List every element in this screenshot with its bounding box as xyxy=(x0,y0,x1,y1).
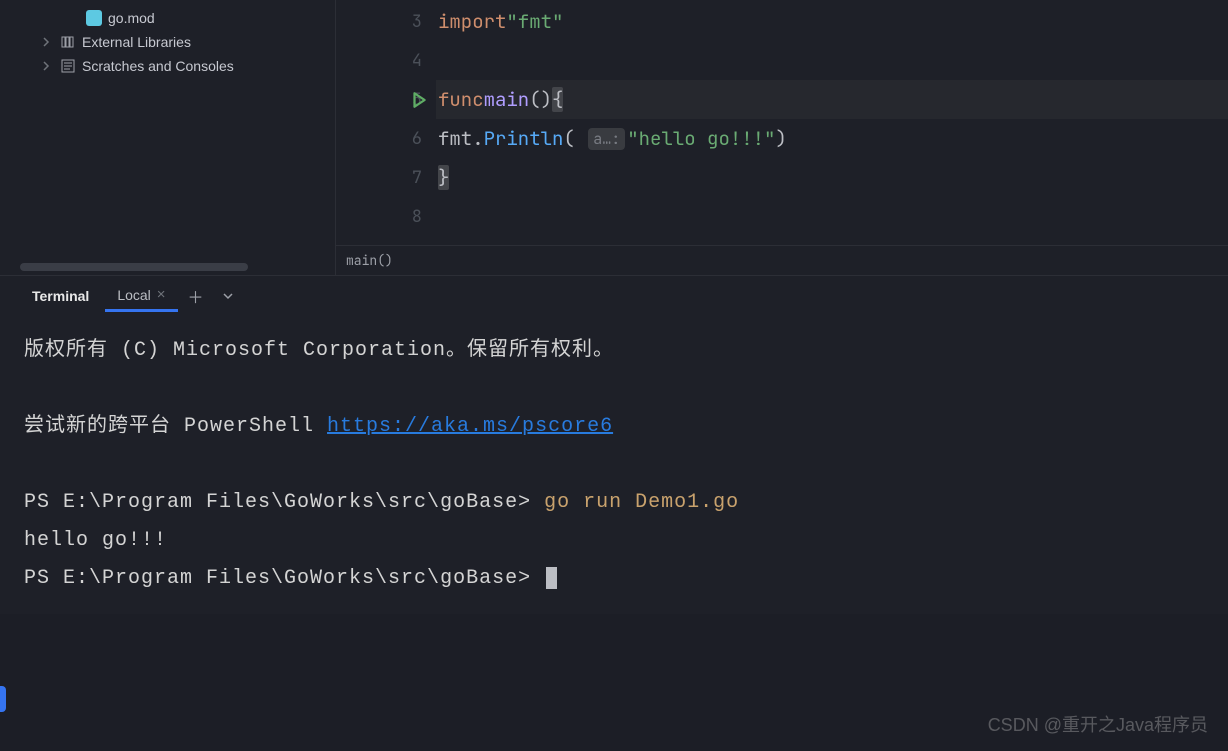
parameter-hint: a…: xyxy=(588,128,625,150)
code-line: func main() { xyxy=(436,80,1228,119)
terminal-line: hello go!!! xyxy=(24,522,1204,560)
left-edge-indicator xyxy=(0,686,6,712)
line-number: 3 xyxy=(398,11,428,33)
library-icon xyxy=(60,34,76,50)
terminal-line: 尝试新的跨平台 PowerShell https://aka.ms/pscore… xyxy=(24,408,1204,446)
tree-item-external-libraries[interactable]: External Libraries xyxy=(0,30,335,54)
code-content[interactable]: import "fmt" func main() { fmt.Println( … xyxy=(436,0,1228,245)
tree-item-scratches[interactable]: Scratches and Consoles xyxy=(0,54,335,78)
chevron-right-icon xyxy=(38,34,54,50)
terminal-line: PS E:\Program Files\GoWorks\src\goBase> xyxy=(24,560,1204,598)
line-number: 4 xyxy=(398,50,428,72)
scratches-icon xyxy=(60,58,76,74)
chevron-right-icon xyxy=(38,58,54,74)
run-gutter-icon[interactable] xyxy=(410,91,428,109)
code-line: } xyxy=(436,158,1228,197)
code-line: import "fmt" xyxy=(436,2,1228,41)
tree-label: go.mod xyxy=(108,10,155,26)
tree-label: Scratches and Consoles xyxy=(82,58,234,74)
code-editor: 3 4 5 6 7 8 import "fmt" func main() { f… xyxy=(335,0,1228,275)
terminal-line: PS E:\Program Files\GoWorks\src\goBase> … xyxy=(24,484,1204,522)
breadcrumb[interactable]: main() xyxy=(336,245,1228,275)
editor-gutter: 3 4 5 6 7 8 xyxy=(336,0,436,245)
sidebar-scrollbar[interactable] xyxy=(20,263,248,271)
line-number: 8 xyxy=(398,206,428,228)
terminal-output[interactable]: 版权所有 (C) Microsoft Corporation。保留所有权利。 尝… xyxy=(0,316,1228,614)
watermark: CSDN @重开之Java程序员 xyxy=(988,711,1208,737)
tree-label: External Libraries xyxy=(82,34,191,50)
gopher-icon xyxy=(86,10,102,26)
code-line: fmt.Println( a…:"hello go!!!") xyxy=(436,119,1228,158)
project-sidebar: go.mod External Libraries Scratches and … xyxy=(0,0,335,275)
code-line xyxy=(436,197,1228,236)
pscore-link[interactable]: https://aka.ms/pscore6 xyxy=(327,415,613,438)
terminal-line: 版权所有 (C) Microsoft Corporation。保留所有权利。 xyxy=(24,332,1204,370)
panel-tabs: Terminal Local × ＋ xyxy=(0,276,1228,316)
line-number: 6 xyxy=(398,128,428,150)
tab-terminal[interactable]: Terminal xyxy=(20,282,101,310)
add-terminal-button[interactable]: ＋ xyxy=(182,282,210,310)
tab-local[interactable]: Local × xyxy=(105,280,177,312)
line-number: 7 xyxy=(398,167,428,189)
terminal-dropdown-icon[interactable] xyxy=(214,282,242,310)
close-icon[interactable]: × xyxy=(157,286,166,303)
terminal-panel: Terminal Local × ＋ 版权所有 (C) Microsoft Co… xyxy=(0,275,1228,614)
code-line xyxy=(436,41,1228,80)
tree-item-gomod[interactable]: go.mod xyxy=(0,6,335,30)
terminal-cursor xyxy=(546,567,557,589)
